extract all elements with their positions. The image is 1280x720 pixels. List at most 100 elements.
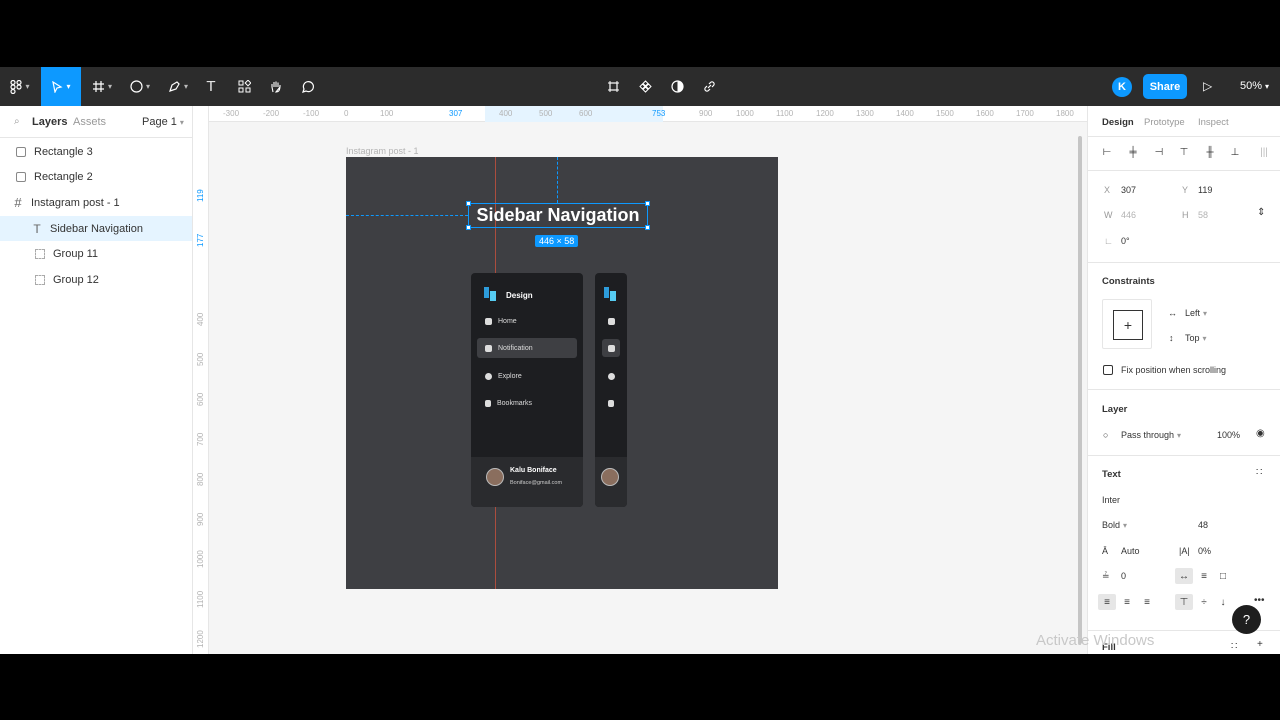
selected-text-layer[interactable]: Sidebar Navigation	[468, 203, 648, 228]
present-button[interactable]: ▷	[1203, 79, 1212, 93]
letter-spacing-field[interactable]: 0%	[1198, 546, 1211, 556]
height-field[interactable]: 58	[1198, 210, 1208, 220]
chevron-down-icon: ▾	[145, 82, 150, 91]
align-bottom-text-icon[interactable]: ↓	[1214, 594, 1232, 610]
width-field[interactable]: 446	[1121, 210, 1136, 220]
tab-prototype[interactable]: Prototype	[1144, 117, 1185, 128]
align-middle-text-icon[interactable]: ÷	[1195, 594, 1213, 610]
layer-row[interactable]: Group 12	[0, 267, 192, 292]
constraint-widget[interactable]: +	[1102, 299, 1152, 349]
page-selector[interactable]: Page 1 ▾	[142, 116, 184, 128]
font-family-field[interactable]: Inter	[1102, 495, 1120, 505]
layer-row[interactable]: Group 11	[0, 241, 192, 266]
text-align-center-icon[interactable]: ≡	[1118, 594, 1136, 610]
design-canvas[interactable]: -300 -200 -100 0 100 307 400 500 600 753…	[193, 106, 1087, 654]
frame-icon: #	[14, 195, 22, 210]
shape-tool-button[interactable]: ▾	[124, 67, 156, 106]
auto-height-icon[interactable]: ≡	[1195, 568, 1213, 584]
eye-icon[interactable]: ◉	[1256, 428, 1265, 439]
share-button[interactable]: Share	[1143, 74, 1187, 99]
line-height-field[interactable]: Auto	[1121, 546, 1140, 556]
vertical-constraint-dropdown[interactable]: Top ▾	[1185, 333, 1207, 343]
x-field[interactable]: 307	[1121, 185, 1136, 195]
sidebar-expanded[interactable]: Design Home Notification Explore Bookmar…	[471, 273, 583, 507]
layer-row[interactable]: # Instagram post - 1	[0, 190, 192, 215]
horizontal-constraint-dropdown[interactable]: Left ▾	[1185, 308, 1207, 318]
text-styles-icon[interactable]: ∷	[1256, 467, 1262, 478]
nav-item-home[interactable]: Home	[477, 311, 577, 331]
nav-icon-explore[interactable]	[602, 367, 620, 385]
font-size-field[interactable]: 48	[1198, 520, 1208, 530]
align-right-icon[interactable]: ⊣	[1153, 146, 1165, 158]
more-options-icon[interactable]: •••	[1254, 595, 1265, 606]
fix-position-checkbox[interactable]	[1103, 365, 1113, 375]
tab-design[interactable]: Design	[1102, 117, 1134, 128]
rotation-field[interactable]: 0°	[1121, 236, 1130, 246]
search-icon[interactable]: ⌕	[14, 116, 20, 127]
nav-icon-bookmarks[interactable]	[602, 394, 620, 412]
link-button[interactable]	[699, 67, 719, 106]
hand-tool-button[interactable]	[265, 67, 287, 106]
nav-item-bookmarks[interactable]: Bookmarks	[477, 393, 577, 413]
align-top-icon[interactable]: ⊤	[1178, 146, 1190, 158]
layer-name: Rectangle 3	[34, 145, 93, 158]
align-center-h-icon[interactable]: ╪	[1127, 146, 1139, 158]
add-fill-icon[interactable]: +	[1257, 639, 1263, 650]
tab-layers[interactable]: Layers	[32, 116, 67, 128]
resources-tool-button[interactable]	[233, 67, 255, 106]
sidebar-collapsed[interactable]	[595, 273, 627, 507]
user-avatar[interactable]: K	[1112, 77, 1132, 97]
frame-tool-button[interactable]: ▾	[86, 67, 118, 106]
comment-tool-button[interactable]	[297, 67, 319, 106]
profile-section[interactable]: Kalu Boniface Boniface@gmail.com	[471, 457, 583, 507]
fill-styles-icon[interactable]: ∷	[1231, 641, 1237, 652]
help-button[interactable]: ?	[1232, 605, 1261, 634]
fixed-size-icon[interactable]: □	[1214, 568, 1232, 584]
distribute-icon[interactable]: |||	[1254, 146, 1274, 158]
align-center-v-icon[interactable]: ╫	[1204, 146, 1216, 158]
chevron-down-icon: ▾	[1177, 431, 1182, 440]
align-left-icon[interactable]: ⊢	[1101, 146, 1113, 158]
blend-mode-dropdown[interactable]: Pass through ▾	[1121, 430, 1181, 440]
align-top-text-icon[interactable]: ⊤	[1175, 594, 1193, 610]
resize-handle[interactable]	[466, 225, 471, 230]
layer-row[interactable]: Rectangle 3	[0, 139, 192, 164]
text-tool-button[interactable]: T	[200, 67, 222, 106]
auto-width-icon[interactable]: ↔	[1175, 568, 1193, 584]
crop-button[interactable]	[603, 67, 623, 106]
tab-assets[interactable]: Assets	[73, 116, 106, 128]
figma-menu-button[interactable]: ▾	[0, 67, 40, 106]
zoom-dropdown[interactable]: 50% ▾	[1240, 80, 1269, 92]
layer-row[interactable]: Rectangle 2	[0, 164, 192, 189]
instagram-post-frame[interactable]: Sidebar Navigation 446 × 58 Design Home …	[346, 157, 778, 589]
constrain-proportions-icon[interactable]: ⇕	[1257, 207, 1265, 218]
nav-label: Notification	[498, 344, 533, 352]
move-tool-button[interactable]: ▾	[41, 67, 81, 106]
layer-row-selected[interactable]: T Sidebar Navigation	[0, 216, 192, 241]
pen-tool-button[interactable]: ▾	[162, 67, 194, 106]
component-button[interactable]	[635, 67, 655, 106]
nav-item-notification[interactable]: Notification	[477, 338, 577, 358]
font-weight-dropdown[interactable]: Bold ▾	[1102, 520, 1127, 530]
tab-inspect[interactable]: Inspect	[1198, 117, 1229, 128]
y-field[interactable]: 119	[1198, 185, 1212, 195]
frame-label[interactable]: Instagram post - 1	[346, 146, 419, 156]
resize-handle[interactable]	[645, 201, 650, 206]
resize-handle[interactable]	[645, 225, 650, 230]
resize-handle[interactable]	[466, 201, 471, 206]
chevron-down-icon: ▾	[1265, 82, 1270, 91]
text-align-right-icon[interactable]: ≡	[1138, 594, 1156, 610]
text-align-left-icon[interactable]: ≡	[1098, 594, 1116, 610]
canvas-scrollbar[interactable]	[1078, 136, 1082, 644]
nav-item-explore[interactable]: Explore	[477, 366, 577, 386]
paragraph-spacing-field[interactable]: 0	[1121, 571, 1126, 581]
mask-button[interactable]	[667, 67, 687, 106]
align-bottom-icon[interactable]: ⊥	[1229, 146, 1241, 158]
ruler-tick: 100	[380, 109, 394, 118]
opacity-field[interactable]: 100%	[1217, 430, 1240, 440]
profile-section-collapsed[interactable]	[595, 457, 627, 507]
nav-icon-home[interactable]	[602, 312, 620, 330]
link-icon	[703, 81, 715, 92]
nav-icon-notification[interactable]	[602, 339, 620, 357]
nav-label: Explore	[498, 372, 522, 380]
